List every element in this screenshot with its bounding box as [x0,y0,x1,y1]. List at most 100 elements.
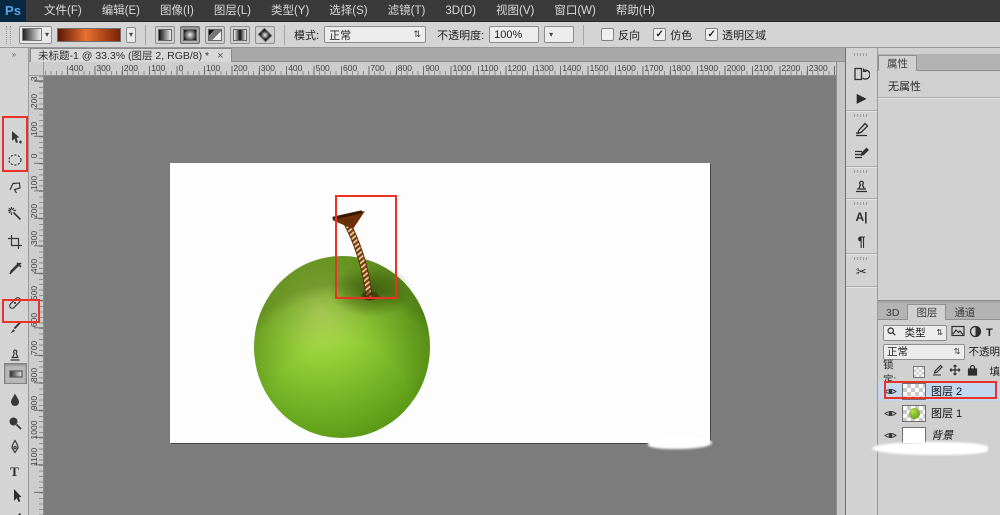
dock-grip [854,114,869,117]
layer-row-layer1[interactable]: 图层 1 [878,403,1000,423]
top-ruler-label: 100 [206,63,220,73]
menu-item[interactable]: 类型(Y) [261,5,319,17]
top-ruler-label: 1300 [535,63,554,73]
left-ruler-label: 300 [29,226,39,250]
top-ruler-label: 2300 [809,63,828,73]
top-ruler-label: 500 [316,63,330,73]
menu-item[interactable]: 视图(V) [486,5,544,17]
lock-all-icon[interactable] [967,364,978,379]
layer-filter-select[interactable]: 类型 ⇅ [883,325,947,341]
photoshop-logo: Ps [0,0,26,22]
crop-tool[interactable] [4,232,25,251]
menu-item[interactable]: 图层(L) [204,5,261,17]
updown-icon: ⇅ [954,347,961,356]
gradient-type-linear-button[interactable] [155,26,175,44]
left-ruler-label: 200 [29,199,39,223]
menu-item[interactable]: 3D(D) [435,5,486,17]
dock-grip [854,202,869,205]
diamond-gradient-icon [258,27,273,42]
menu-item[interactable]: 文件(F) [34,5,92,17]
left-ruler: 3002001000100200300400500600700800900100… [29,76,44,515]
brush-presets-panel-icon[interactable] [849,144,874,163]
brush-panel-icon[interactable] [849,120,874,139]
type-tool[interactable]: T [4,462,25,481]
paragraph-panel-icon[interactable]: ¶ [849,231,874,250]
gradient-type-angle-button[interactable] [205,26,225,44]
layer-thumbnail[interactable] [902,405,926,422]
menu-item[interactable]: 滤镜(T) [378,5,436,17]
top-ruler-label: 1000 [453,63,472,73]
gradient-type-reflected-button[interactable] [230,26,250,44]
dither-checkbox[interactable]: ✓ 仿色 [653,27,692,43]
top-ruler: 4003002001000100200300400500600700800900… [44,62,836,76]
top-ruler-label: 1500 [590,63,609,73]
mode-select[interactable]: 正常 ⇅ [324,26,426,43]
menu-item[interactable]: 编辑(E) [92,5,150,17]
tool-preset-picker[interactable]: ▾ [19,26,52,44]
clone-source-panel-icon[interactable] [849,176,874,195]
reverse-checkbox[interactable]: 反向 [601,27,640,43]
gradient-tool[interactable] [4,363,27,384]
left-ruler-label: 200 [29,89,39,113]
angle-gradient-icon [208,29,222,41]
vertical-scrollbar[interactable] [836,62,845,515]
gradient-preview[interactable] [57,28,121,42]
opacity-dropdown-arrow[interactable]: ▾ [544,26,574,43]
clone-stamp-tool[interactable] [4,344,25,363]
lock-transparency-icon[interactable] [913,366,925,378]
layer-name: 背景 [931,427,953,443]
character-panel-icon[interactable]: A| [849,207,874,226]
tool-extras-panel-icon[interactable]: ✂ [849,262,874,281]
tab-channels[interactable]: 通道 [946,305,983,321]
top-ruler-label: 1800 [672,63,691,73]
mode-value: 正常 [329,27,351,43]
layer-thumbnail[interactable] [902,427,926,444]
visibility-eye-icon[interactable] [884,409,897,418]
separator [583,25,584,45]
blur-tool[interactable] [4,390,25,409]
tab-3d[interactable]: 3D [878,305,907,321]
left-ruler-label: 100 [29,117,39,141]
filter-pixel-icon[interactable] [951,325,965,340]
tab-layers[interactable]: 图层 [907,304,946,320]
updown-icon: ⇅ [414,29,422,40]
left-ruler-label: 400 [29,254,39,278]
menu-item[interactable]: 窗口(W) [544,5,606,17]
document-tab[interactable]: 未标题-1 @ 33.3% (图层 2, RGB/8) * × [30,48,232,62]
transparency-checkbox[interactable]: ✓ 透明区域 [705,27,766,43]
close-icon[interactable]: × [217,51,223,61]
opacity-select[interactable]: 100% [489,26,539,43]
document-tab-title: 未标题-1 @ 33.3% (图层 2, RGB/8) * [38,48,209,63]
pasteboard [44,76,836,515]
menu-item[interactable]: 选择(S) [319,5,377,17]
polygonal-lasso-tool[interactable] [4,178,25,197]
canvas[interactable] [170,163,710,443]
chevron-down-icon: ▾ [129,30,133,40]
visibility-eye-icon[interactable] [884,431,897,440]
gradient-type-diamond-button[interactable] [255,26,275,44]
line-tool[interactable] [4,509,25,515]
magic-wand-tool[interactable] [4,204,25,223]
dodge-tool[interactable] [4,413,25,432]
history-panel-icon[interactable] [849,64,874,83]
gradient-picker-arrow[interactable]: ▾ [126,27,136,43]
toolbar-collapse-header[interactable]: » [0,48,29,62]
path-select-tool[interactable] [4,486,25,505]
filter-type-icon[interactable]: T [986,327,993,339]
filter-adjustment-icon[interactable] [969,325,982,341]
lock-move-icon[interactable] [949,364,961,379]
top-ruler-label: 200 [233,63,247,73]
menu-item[interactable]: 图像(I) [150,5,204,17]
lock-paint-icon[interactable] [931,364,943,379]
gradient-type-radial-button[interactable] [180,26,200,44]
reflected-gradient-icon [233,29,247,41]
checkbox-icon: ✓ [653,28,666,41]
top-ruler-label: 300 [261,63,275,73]
separator [145,25,146,45]
eyedropper-tool[interactable] [4,259,25,278]
left-ruler-label: 1100 [29,445,39,469]
pen-tool[interactable] [4,437,25,456]
menu-item[interactable]: 帮助(H) [606,5,665,17]
tab-properties[interactable]: 属性 [878,55,917,71]
actions-panel-icon[interactable]: ▶ [849,88,874,107]
